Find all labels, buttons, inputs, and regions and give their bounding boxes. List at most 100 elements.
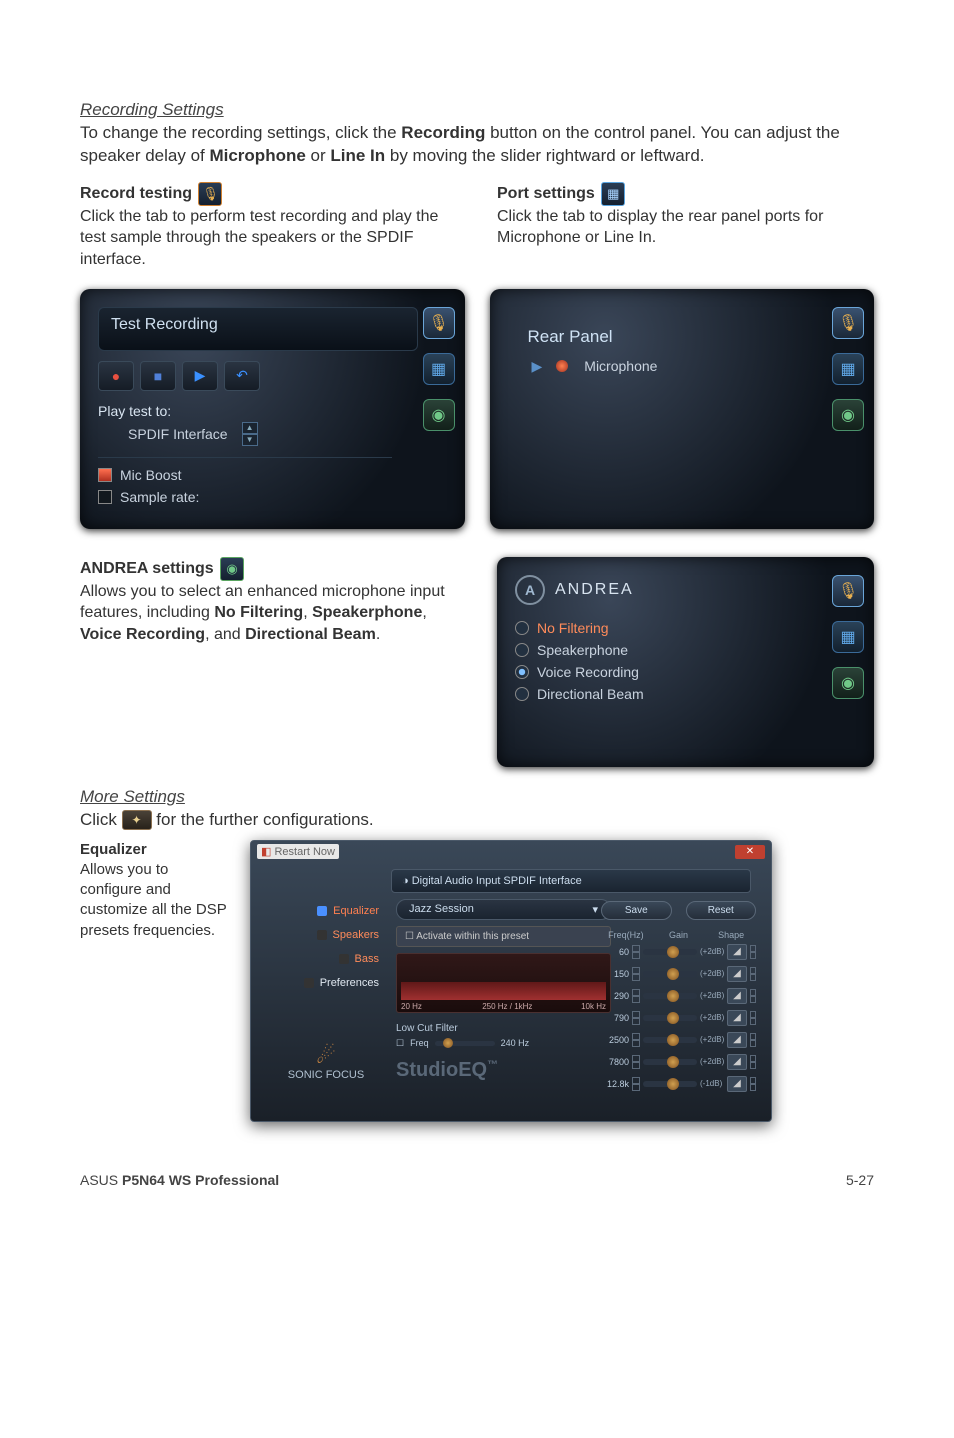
eq-band-row: 2500 (+2dB)◢ — [601, 1032, 756, 1048]
gain-db: (-1dB) — [700, 1079, 724, 1088]
preset-dropdown[interactable]: Jazz Session▾ — [396, 899, 611, 920]
tab-mic-icon[interactable]: 🎙 — [832, 307, 864, 339]
band-freq: 60 — [601, 947, 629, 957]
record-testing-desc: Click the tab to perform test recording … — [80, 206, 457, 271]
activate-preset-checkbox[interactable]: ☐ Activate within this preset — [396, 926, 611, 947]
nav-speakers[interactable]: Speakers — [263, 923, 383, 947]
andrea-panel: 🎙 ▦ ◉ A ANDREA No Filtering Speakerphone… — [497, 557, 874, 767]
shape-button[interactable]: ◢ — [727, 944, 747, 960]
nav-preferences[interactable]: Preferences — [263, 971, 383, 995]
lowcut-slider[interactable] — [435, 1041, 495, 1046]
gain-db: (+2dB) — [700, 1035, 724, 1044]
nav-equalizer[interactable]: Equalizer — [263, 899, 383, 923]
recording-settings-body: To change the recording settings, click … — [80, 122, 874, 168]
txt-b: Line In — [330, 146, 385, 165]
shape-spinner[interactable] — [750, 945, 756, 959]
freq-spinner[interactable] — [632, 945, 640, 959]
shape-spinner[interactable] — [750, 989, 756, 1003]
speakerphone-label: Speakerphone — [537, 642, 628, 658]
reset-button[interactable]: Reset — [686, 901, 757, 920]
play-test-to-label: Play test to: — [98, 403, 447, 419]
test-recording-title-box: Test Recording — [98, 307, 418, 351]
band-freq: 2500 — [601, 1035, 629, 1045]
shape-button[interactable]: ◢ — [727, 1010, 747, 1026]
col-freq: Freq(Hz) — [601, 930, 651, 940]
speakerphone-radio[interactable] — [515, 643, 529, 657]
tab-ports-icon[interactable]: ▦ — [832, 621, 864, 653]
eq-band-row: 290(+2dB)◢ — [601, 988, 756, 1004]
test-recording-title: Test Recording — [111, 316, 405, 342]
mic-port-icon — [556, 360, 568, 372]
t: Restart Now — [274, 846, 335, 858]
gain-slider[interactable] — [643, 1037, 697, 1043]
spdif-interface-option[interactable]: SPDIF Interface — [128, 426, 228, 442]
freq-value: 240 Hz — [501, 1038, 530, 1048]
eq-band-row: 60(+2dB)◢ — [601, 944, 756, 960]
voice-recording-label: Voice Recording — [537, 664, 639, 680]
tab-ports-icon[interactable]: ▦ — [423, 353, 455, 385]
no-filtering-radio[interactable] — [515, 621, 529, 635]
tab-mic-icon[interactable]: 🎙 — [832, 575, 864, 607]
t: , and — [205, 626, 245, 643]
freq-spinner[interactable] — [632, 1011, 640, 1025]
directional-beam-radio[interactable] — [515, 687, 529, 701]
t: Click — [80, 810, 122, 829]
andrea-settings-heading: ANDREA settings ◉ — [80, 557, 457, 581]
gain-slider[interactable] — [643, 949, 697, 955]
gain-slider[interactable] — [643, 1081, 697, 1087]
mic-boost-label: Mic Boost — [120, 467, 181, 483]
save-button[interactable]: Save — [601, 901, 672, 920]
freq-spinner[interactable] — [632, 1033, 640, 1047]
tab-andrea-icon[interactable]: ◉ — [832, 399, 864, 431]
gain-slider[interactable] — [643, 1059, 697, 1065]
andrea-heading-label: ANDREA settings — [80, 560, 214, 577]
tab-mic-icon[interactable]: 🎙 — [423, 307, 455, 339]
voice-recording-radio[interactable] — [515, 665, 529, 679]
freq-spinner[interactable] — [632, 1077, 640, 1091]
audio-input-header[interactable]: ◑ Digital Audio Input SPDIF Interface — [391, 869, 751, 893]
txt-b: Recording — [401, 123, 485, 142]
ports-grid-icon: ▦ — [601, 182, 625, 206]
t: Voice Recording — [80, 626, 205, 643]
stop-button[interactable]: ■ — [140, 361, 176, 391]
gain-slider[interactable] — [643, 971, 697, 977]
gain-slider[interactable] — [643, 993, 697, 999]
shape-button[interactable]: ◢ — [727, 966, 747, 982]
txt: or — [306, 146, 331, 165]
play-button[interactable]: ▶ — [182, 361, 218, 391]
rear-panel-panel: 🎙 ▦ ◉ Rear Panel ▶ Microphone — [490, 289, 875, 529]
sample-rate-checkbox[interactable] — [98, 490, 112, 504]
expand-arrow-icon[interactable]: ▶ — [532, 358, 543, 375]
t: Speakerphone — [312, 604, 422, 621]
mic-boost-checkbox[interactable] — [98, 468, 112, 482]
shape-spinner[interactable] — [750, 1077, 756, 1091]
freq-spinner[interactable] — [632, 967, 640, 981]
gain-db: (+2dB) — [700, 991, 724, 1000]
freq-spinner[interactable] — [632, 1055, 640, 1069]
undo-button[interactable]: ↶ — [224, 361, 260, 391]
shape-button[interactable]: ◢ — [727, 988, 747, 1004]
shape-spinner[interactable] — [750, 1033, 756, 1047]
close-button[interactable]: ✕ — [735, 845, 765, 859]
microphone-port-label[interactable]: Microphone — [584, 358, 657, 374]
gain-slider[interactable] — [643, 1015, 697, 1021]
recording-settings-heading: Recording Settings — [80, 100, 874, 120]
tab-andrea-icon[interactable]: ◉ — [423, 399, 455, 431]
shape-button[interactable]: ◢ — [727, 1054, 747, 1070]
shape-spinner[interactable] — [750, 1055, 756, 1069]
studioeq-brand: StudioEQ™ — [396, 1059, 611, 1082]
col-shape: Shape — [706, 930, 756, 940]
tab-ports-icon[interactable]: ▦ — [832, 353, 864, 385]
shape-button[interactable]: ◢ — [727, 1032, 747, 1048]
tab-andrea-icon[interactable]: ◉ — [832, 667, 864, 699]
eq-band-row: 150(+2dB)◢ — [601, 966, 756, 982]
freq-spinner[interactable] — [632, 989, 640, 1003]
shape-spinner[interactable] — [750, 967, 756, 981]
t: , — [422, 604, 426, 621]
t: . — [376, 626, 380, 643]
record-button[interactable]: ● — [98, 361, 134, 391]
nav-bass[interactable]: Bass — [263, 947, 383, 971]
shape-button[interactable]: ◢ — [727, 1076, 747, 1092]
shape-spinner[interactable] — [750, 1011, 756, 1025]
spdif-spinner[interactable]: ▲▼ — [242, 422, 258, 446]
